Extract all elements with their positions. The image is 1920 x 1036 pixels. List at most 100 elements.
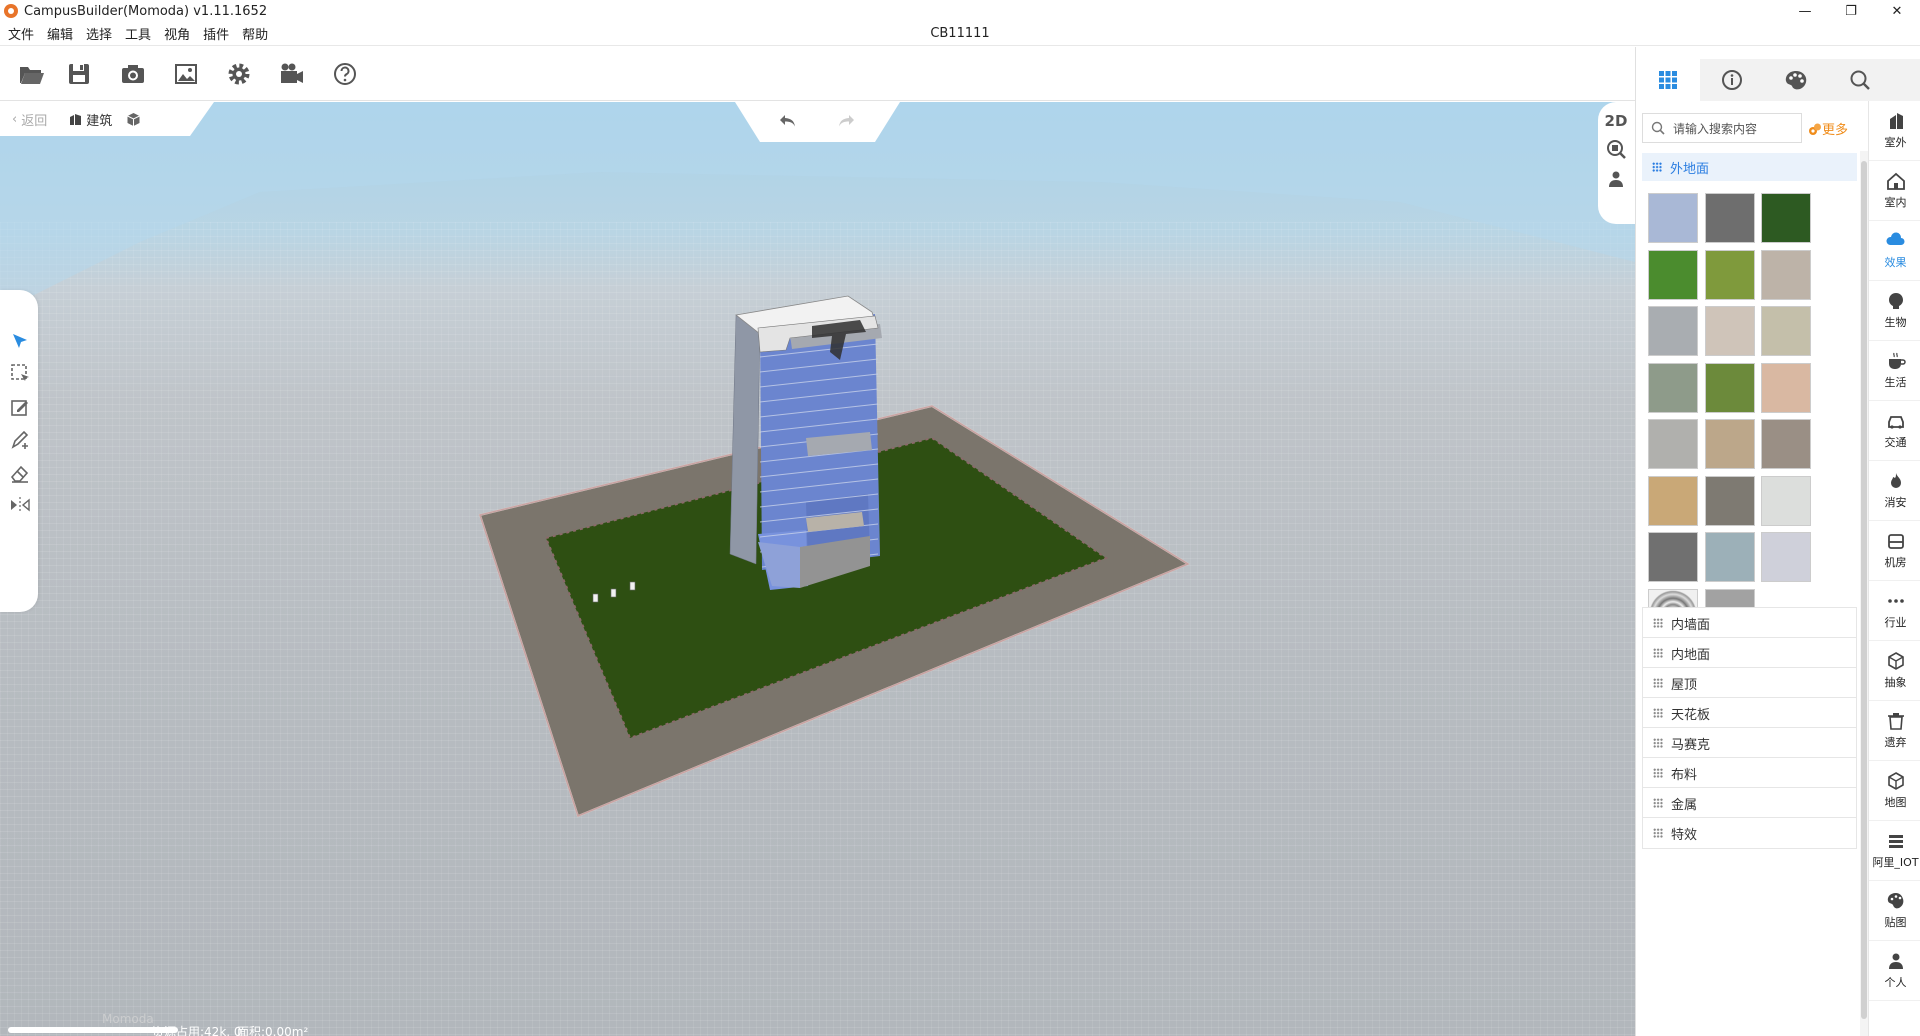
draw-pen-icon[interactable] bbox=[6, 426, 34, 454]
category-row[interactable]: 布料 bbox=[1642, 757, 1857, 789]
category-row[interactable]: 内地面 bbox=[1642, 637, 1857, 669]
undo-redo-tab bbox=[735, 102, 900, 142]
zoom-fit-icon[interactable] bbox=[1603, 136, 1629, 162]
search-placeholder: 请输入搜索内容 bbox=[1673, 121, 1758, 136]
house-icon bbox=[1886, 172, 1905, 190]
material-swatch-gravel[interactable] bbox=[1648, 475, 1698, 526]
material-swatch-white-tile[interactable] bbox=[1761, 475, 1811, 526]
sidebar-item-coffee-cup[interactable]: 生活 bbox=[1869, 341, 1920, 401]
save-icon[interactable] bbox=[62, 57, 96, 91]
menu-select[interactable]: 选择 bbox=[81, 24, 117, 43]
sidebar-item-trash[interactable]: 遗弃 bbox=[1869, 701, 1920, 761]
list-icon bbox=[1888, 835, 1903, 848]
edit-area-icon[interactable] bbox=[6, 393, 34, 421]
material-swatch-gray-concrete[interactable] bbox=[1648, 306, 1698, 356]
camera-icon[interactable] bbox=[116, 57, 150, 91]
tab-search[interactable] bbox=[1828, 59, 1892, 101]
tab-grid[interactable] bbox=[1636, 59, 1700, 101]
menu-file[interactable]: 文件 bbox=[3, 24, 39, 43]
search-input[interactable]: 请输入搜索内容 bbox=[1642, 113, 1802, 143]
material-swatch-lavender-plaster[interactable] bbox=[1761, 532, 1811, 582]
breadcrumb-building[interactable]: 建筑 bbox=[69, 110, 112, 129]
sidebar-item-cube[interactable]: 抽象 bbox=[1869, 641, 1920, 701]
window-controls: — ❐ ✕ bbox=[1782, 0, 1920, 22]
box-select-icon[interactable] bbox=[6, 359, 34, 387]
sidebar-item-server-rack[interactable]: 机房 bbox=[1869, 521, 1920, 581]
document-title: CB11111 bbox=[930, 26, 990, 41]
sidebar-item-label: 抽象 bbox=[1884, 676, 1907, 689]
category-row[interactable]: 内墙面 bbox=[1642, 607, 1857, 639]
image-icon[interactable] bbox=[169, 57, 203, 91]
redo-icon[interactable] bbox=[833, 110, 859, 132]
close-button[interactable]: ✕ bbox=[1874, 0, 1920, 22]
settings-gear-icon[interactable] bbox=[222, 57, 256, 91]
material-swatch-dark-gray-asphalt[interactable] bbox=[1704, 193, 1755, 243]
material-swatch-grass-paver[interactable] bbox=[1648, 362, 1698, 413]
menu-edit[interactable]: 编辑 bbox=[42, 24, 78, 43]
category-row[interactable]: 天花板 bbox=[1642, 697, 1857, 729]
sidebar-item-label: 遗弃 bbox=[1884, 736, 1907, 749]
material-swatch-green-grass[interactable] bbox=[1648, 249, 1698, 300]
open-folder-icon[interactable] bbox=[14, 57, 48, 91]
material-swatch-blue-tile[interactable] bbox=[1648, 193, 1698, 243]
material-swatch-blue-flagstone[interactable] bbox=[1704, 532, 1755, 582]
video-camera-icon[interactable] bbox=[275, 57, 309, 91]
sidebar-item-user[interactable]: 个人 bbox=[1869, 941, 1920, 1001]
material-swatch-gray-brick[interactable] bbox=[1648, 419, 1698, 469]
window-title: CampusBuilder(Momoda) v1.11.1652 bbox=[24, 3, 268, 19]
sidebar-item-label: 室内 bbox=[1884, 196, 1907, 209]
sidebar-item-car[interactable]: 交通 bbox=[1869, 401, 1920, 461]
sidebar-item-effect-cloud[interactable]: 效果 bbox=[1869, 221, 1920, 281]
material-swatch-olive-grass[interactable] bbox=[1704, 249, 1755, 300]
maximize-button[interactable]: ❐ bbox=[1828, 0, 1874, 22]
sidebar-item-label: 生物 bbox=[1884, 316, 1907, 329]
sidebar-item-more-dots[interactable]: 行业 bbox=[1869, 581, 1920, 641]
undo-icon[interactable] bbox=[775, 110, 801, 132]
help-icon[interactable] bbox=[328, 57, 362, 91]
material-swatch-khaki-concrete[interactable] bbox=[1761, 306, 1811, 356]
eraser-icon[interactable] bbox=[6, 459, 34, 487]
menu-help[interactable]: 帮助 bbox=[237, 24, 273, 43]
person-view-icon[interactable] bbox=[1603, 166, 1629, 192]
sidebar-item-map-cube[interactable]: 地图 bbox=[1869, 761, 1920, 821]
select-arrow-icon[interactable] bbox=[6, 327, 34, 355]
sidebar-item-palette[interactable]: 贴图 bbox=[1869, 881, 1920, 941]
mirror-icon[interactable] bbox=[6, 491, 34, 519]
category-row[interactable]: 特效 bbox=[1642, 817, 1857, 849]
tab-info[interactable] bbox=[1700, 59, 1764, 101]
scrollbar-thumb[interactable] bbox=[1861, 161, 1867, 1019]
material-swatch-light-beige[interactable] bbox=[1704, 306, 1755, 356]
category-row[interactable]: 马赛克 bbox=[1642, 727, 1857, 759]
panel-scrollbar[interactable] bbox=[1860, 151, 1868, 1036]
asset-panel: 请输入搜索内容 更多 外地面 内墙面 内地面 屋顶 天花板 马赛克 布料 金属 … bbox=[1635, 47, 1920, 1036]
menu-tools[interactable]: 工具 bbox=[120, 24, 156, 43]
breadcrumb: ‹ 返回 建筑 bbox=[0, 102, 215, 136]
material-swatch-taupe-stone[interactable] bbox=[1761, 419, 1811, 469]
more-dots-icon bbox=[1887, 599, 1904, 603]
minimize-button[interactable]: — bbox=[1782, 0, 1828, 22]
material-swatch-beige-stone[interactable] bbox=[1761, 249, 1811, 300]
more-button[interactable]: 更多 bbox=[1808, 119, 1848, 138]
back-link[interactable]: ‹ 返回 bbox=[12, 110, 47, 129]
sidebar-item-fire[interactable]: 消安 bbox=[1869, 461, 1920, 521]
sidebar-item-creature[interactable]: 生物 bbox=[1869, 281, 1920, 341]
sidebar-item-house[interactable]: 室内 bbox=[1869, 161, 1920, 221]
view-2d-toggle[interactable]: 2D bbox=[1603, 108, 1629, 134]
scene-viewport[interactable]: ‹ 返回 建筑 2D Momoda 资源占用:42k, 0 面积:0.00m² bbox=[0, 102, 1635, 1036]
map-cube-icon bbox=[1887, 772, 1904, 790]
cube-view-icon[interactable] bbox=[126, 112, 141, 127]
material-swatch-green-lattice[interactable] bbox=[1704, 362, 1755, 413]
category-header-active[interactable]: 外地面 bbox=[1642, 153, 1857, 181]
menu-plugins[interactable]: 插件 bbox=[198, 24, 234, 43]
material-swatch-hex-tile[interactable] bbox=[1761, 362, 1811, 413]
material-swatch-sand-tile[interactable] bbox=[1704, 419, 1755, 469]
sidebar-item-list[interactable]: 阿里_IOT bbox=[1869, 821, 1920, 881]
material-swatch-dark-grass[interactable] bbox=[1761, 193, 1811, 243]
tab-palette[interactable] bbox=[1764, 59, 1828, 101]
menu-view[interactable]: 视角 bbox=[159, 24, 195, 43]
material-swatch-cobblestone[interactable] bbox=[1704, 475, 1755, 526]
category-row[interactable]: 金属 bbox=[1642, 787, 1857, 819]
sidebar-item-building[interactable]: 室外 bbox=[1869, 101, 1920, 161]
category-row[interactable]: 屋顶 bbox=[1642, 667, 1857, 699]
material-swatch-dark-slab[interactable] bbox=[1648, 532, 1698, 582]
